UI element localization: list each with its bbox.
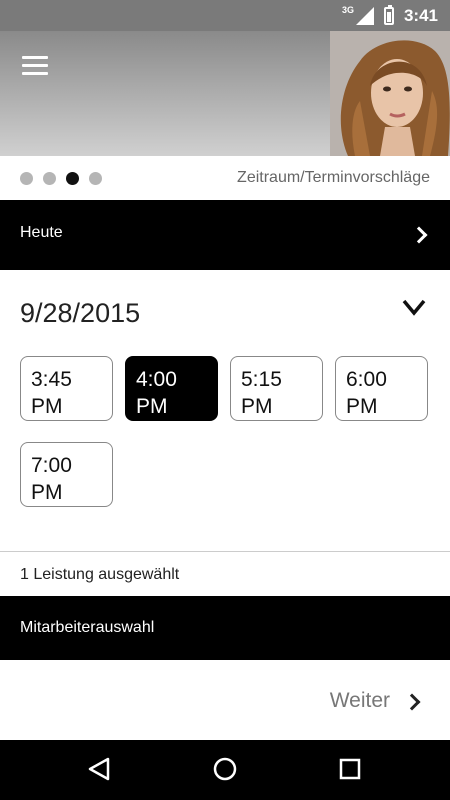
step-dot-1[interactable] <box>20 172 33 185</box>
slot-period: PM <box>241 395 273 418</box>
slot-time: 7:00 <box>31 454 72 477</box>
time-slot-345pm[interactable]: 3:45 PM <box>20 356 113 421</box>
slot-time: 4:00 <box>136 368 177 391</box>
status-time: 3:41 <box>403 5 438 25</box>
services-selected-text: 1 Leistung ausgewählt <box>20 566 180 583</box>
header-banner <box>0 31 450 156</box>
hamburger-menu-icon[interactable] <box>22 56 48 76</box>
next-button[interactable]: Weiter <box>0 660 450 740</box>
hero-portrait-image <box>330 31 450 156</box>
signal-icon <box>355 6 374 25</box>
time-slot-515pm[interactable]: 5:15 PM <box>230 356 323 421</box>
status-bar: 3G 3:41 <box>0 0 450 31</box>
step-title: Zeitraum/Terminvorschläge <box>237 169 430 186</box>
back-triangle-icon[interactable] <box>70 740 130 800</box>
time-slot-600pm[interactable]: 6:00 PM <box>335 356 428 421</box>
battery-icon <box>383 4 394 25</box>
slot-time: 6:00 <box>346 368 387 391</box>
chevron-down-icon[interactable] <box>402 296 426 320</box>
time-slot-400pm-selected[interactable]: 4:00 PM <box>125 356 218 421</box>
progress-stepper: Zeitraum/Terminvorschläge <box>0 156 450 200</box>
step-dot-3-active[interactable] <box>66 172 79 185</box>
slot-time: 3:45 <box>31 368 72 391</box>
step-dot-4[interactable] <box>89 172 102 185</box>
next-label: Weiter <box>329 689 390 712</box>
today-label: Heute <box>20 224 63 241</box>
home-circle-icon[interactable] <box>195 740 255 800</box>
selected-date: 9/28/2015 <box>20 298 141 328</box>
slot-period: PM <box>136 395 168 418</box>
chevron-right-icon <box>410 226 428 244</box>
chevron-right-icon <box>403 693 421 711</box>
step-dot-2[interactable] <box>43 172 56 185</box>
recents-square-icon[interactable] <box>320 740 380 800</box>
staff-selection-bar[interactable]: Mitarbeiterauswahl <box>0 596 450 660</box>
today-bar[interactable]: Heute <box>0 200 450 270</box>
slot-period: PM <box>31 481 63 504</box>
system-nav-bar <box>0 740 450 800</box>
slot-time: 5:15 <box>241 368 282 391</box>
step-dots <box>20 172 102 185</box>
staff-selection-label: Mitarbeiterauswahl <box>20 619 155 636</box>
divider <box>0 551 450 552</box>
network-type: 3G <box>341 4 354 15</box>
slot-period: PM <box>346 395 378 418</box>
time-slot-700pm[interactable]: 7:00 PM <box>20 442 113 507</box>
slot-period: PM <box>31 395 63 418</box>
